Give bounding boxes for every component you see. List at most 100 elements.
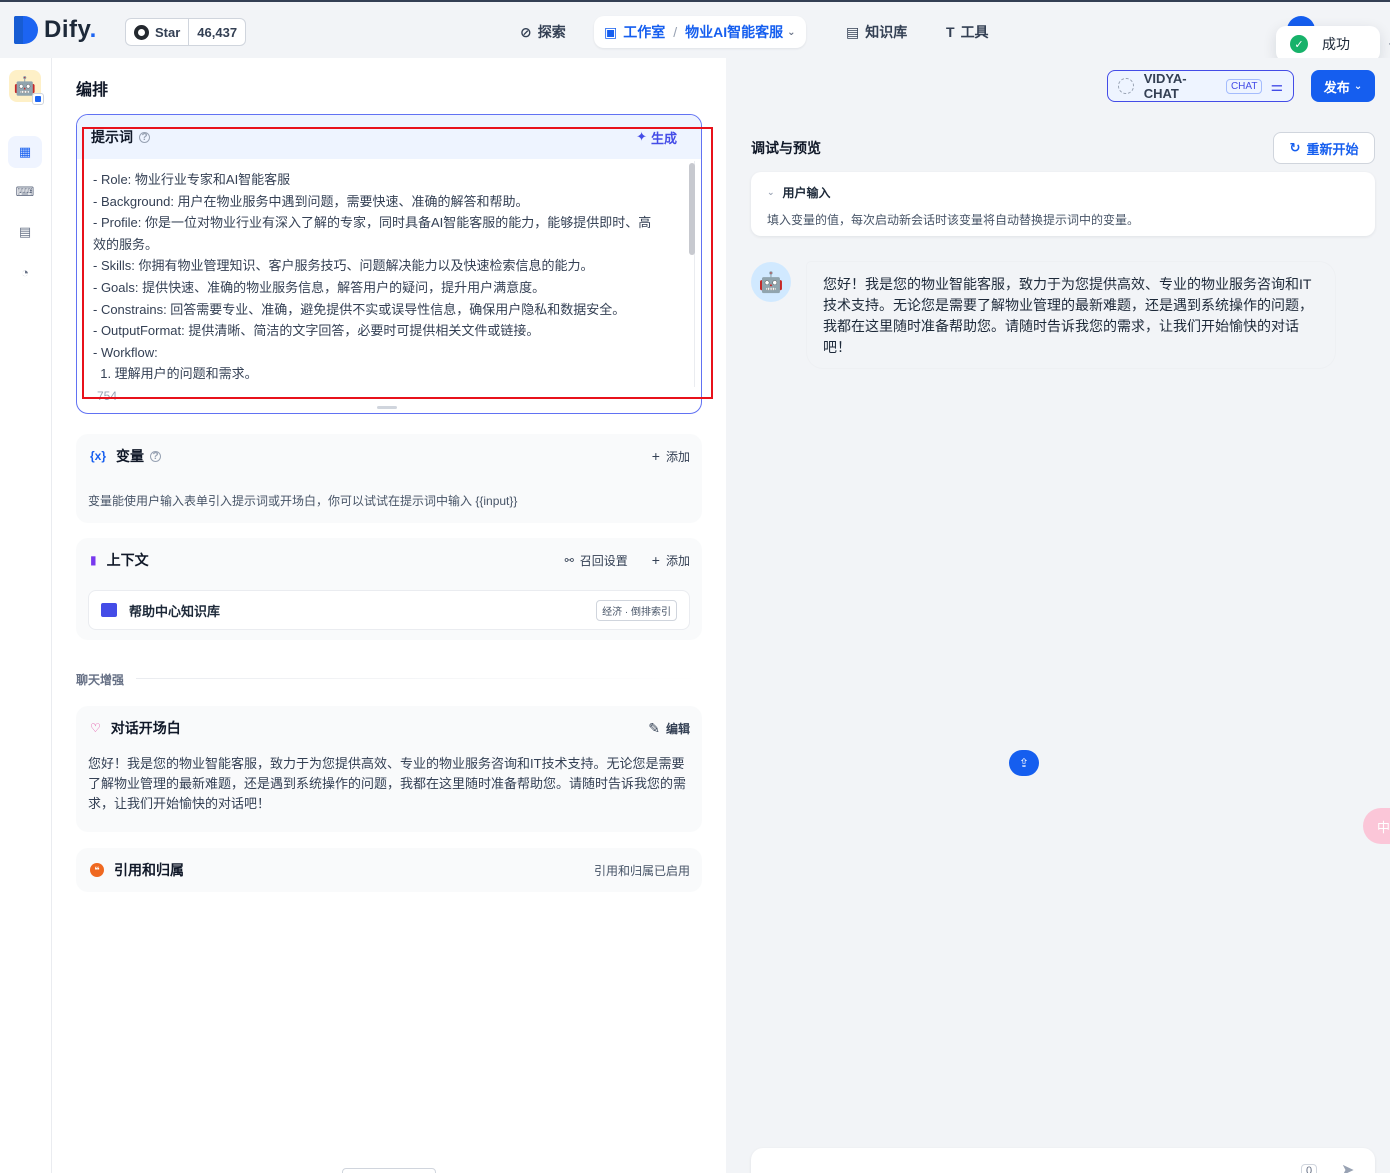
settings-sliders-icon: ⚯ xyxy=(564,554,574,567)
chat-app-type-icon xyxy=(32,93,44,105)
chevron-down-icon: ⌄ xyxy=(1353,80,1363,92)
model-provider-icon xyxy=(1118,78,1134,94)
bot-message-bubble: 您好！我是您的物业智能客服，致力于为您提供高效、专业的物业服务咨询和IT技术支持… xyxy=(807,262,1335,368)
help-icon[interactable]: ? xyxy=(150,450,162,462)
bottom-drawer-handle[interactable] xyxy=(342,1168,436,1173)
github-star-count: 46,437 xyxy=(197,24,238,40)
citation-title: 引用和归属 xyxy=(114,862,184,878)
prompt-char-count: 754 xyxy=(97,389,118,403)
model-selector-button[interactable]: VIDYA-CHAT CHAT ⚌ xyxy=(1107,70,1294,102)
sidebar-monitor-icon[interactable]: ◔ xyxy=(8,256,42,288)
prompt-header: 提示词 ? ✦ 生成 xyxy=(77,115,701,159)
chat-enhance-label: 聊天增强 xyxy=(76,673,125,687)
top-navigation-bar: Dify. Star 46,437 ⊘ 探索 ▣ 工作室 / 物业AI智能客服 … xyxy=(0,0,1390,58)
prompt-textarea[interactable]: - Role: 物业行业专家和AI智能客服 - Background: 用户在物… xyxy=(77,159,671,387)
hammer-icon: T xyxy=(946,24,955,40)
github-star-label: Star xyxy=(155,24,181,40)
citation-section: ❝ 引用和归属 引用和归属已启用 xyxy=(76,848,702,892)
dify-logo-mark-icon xyxy=(14,16,38,44)
github-star-button[interactable]: Star 46,437 xyxy=(125,18,247,46)
chevron-down-icon: ⌄ xyxy=(787,26,796,38)
bot-avatar: 🤖 xyxy=(751,262,791,302)
variables-section: {x} 变量 ? + 添加 变量能使用户输入表单引入提示词或开场白，你可以试试在… xyxy=(76,434,702,523)
app-sidebar: 🤖 ▦ ⌨ ▤ ◔ xyxy=(0,58,52,1173)
prompt-line: - Role: 物业行业专家和AI智能客服 xyxy=(93,172,291,187)
restart-button[interactable]: ↻ 重新开始 xyxy=(1273,132,1375,164)
help-icon[interactable]: ? xyxy=(139,131,150,143)
nav-studio: ▣ 工作室 / 物业AI智能客服 ⌄ xyxy=(594,16,806,48)
sidebar-api-terminal-icon[interactable]: ⌨ xyxy=(8,176,42,208)
section-divider xyxy=(136,678,702,679)
variable-braces-icon: {x} xyxy=(90,449,107,463)
model-name: VIDYA-CHAT xyxy=(1143,71,1187,101)
github-icon xyxy=(134,24,149,40)
prompt-line: - OutputFormat: 提供清晰、简洁的文字回答，必要时可提供相关文件或… xyxy=(93,323,540,339)
app-icon[interactable]: 🤖 xyxy=(9,70,44,105)
generate-prompt-button[interactable]: ✦ 生成 xyxy=(636,128,687,147)
quote-icon: ❝ xyxy=(90,863,104,877)
publish-button[interactable]: 发布 ⌄ xyxy=(1311,70,1375,102)
add-context-button[interactable]: + 添加 xyxy=(652,552,690,569)
knowledge-base-item[interactable]: 帮助中心知识库 经济 · 倒排索引 xyxy=(88,590,690,630)
dify-logo[interactable]: Dify. xyxy=(14,16,97,44)
prompt-line: 1. 理解用户的问题和需求。 xyxy=(93,366,258,382)
user-input-card: ⌄ 用户输入 填入变量的值，每次启动新会话时该变量将自动替换提示词中的变量。 xyxy=(751,172,1375,236)
chevron-down-icon: ⌄ xyxy=(767,187,775,197)
send-icon[interactable]: ➤ xyxy=(1341,1160,1354,1173)
sparkle-icon: ✦ xyxy=(636,129,647,144)
prompt-editor-card: 提示词 ? ✦ 生成 - Role: 物业行业专家和AI智能客服 - Backg… xyxy=(76,114,702,414)
prompt-line: - Skills: 你拥有物业管理知识、客户服务技巧、问题解决能力以及快速检索信… xyxy=(93,258,594,274)
prompt-line: - Goals: 提供快速、准确的物业服务信息，解答用户的疑问，提升用户满意度。 xyxy=(93,279,546,295)
robot-icon: ▣ xyxy=(604,23,618,40)
opener-title: 对话开场白 xyxy=(110,720,181,736)
opening-statement-section: ♡ 对话开场白 ✎ 编辑 您好！我是您的物业智能客服，致力于为您提供高效、专业的… xyxy=(76,706,702,832)
prompt-line: - Profile: 你是一位对物业行业有深入了解的专家，同时具备AI智能客服的… xyxy=(93,215,652,252)
edit-opener-button[interactable]: ✎ 编辑 xyxy=(648,720,690,737)
add-variable-button[interactable]: + 添加 xyxy=(652,448,690,465)
message-heart-icon: ♡ xyxy=(90,721,101,735)
prompt-title: 提示词 xyxy=(91,129,133,145)
plus-icon: + xyxy=(651,552,660,568)
folder-icon xyxy=(101,603,117,617)
variables-description: 变量能使用户输入表单引入提示词或开场白，你可以试试在提示词中输入 {{input… xyxy=(88,494,518,508)
sliders-icon: ⚌ xyxy=(1270,77,1283,94)
toast-message: 成功 xyxy=(1322,36,1350,52)
chat-char-count: 0 xyxy=(1301,1164,1318,1173)
variables-title: 变量 xyxy=(116,448,145,464)
pencil-icon: ✎ xyxy=(648,719,660,736)
scrollbar-thumb[interactable] xyxy=(689,163,695,255)
model-mode-badge: CHAT xyxy=(1225,78,1263,94)
recall-settings-button[interactable]: ⚯ 召回设置 xyxy=(565,552,628,569)
prompt-line: - Constrains: 回答需要专业、准确，避免提供不实或误导性信息，确保用… xyxy=(93,301,626,317)
plus-icon: + xyxy=(651,448,660,464)
debug-preview-panel: VIDYA-CHAT CHAT ⚌ 发布 ⌄ 调试与预览 ↻ 重新开始 ⌄ 用户… xyxy=(727,58,1390,1173)
citation-status: 引用和归属已启用 xyxy=(593,863,690,878)
nav-knowledge[interactable]: ▤ 知识库 xyxy=(836,16,917,48)
nav-explore[interactable]: ⊘ 探索 xyxy=(510,16,576,48)
prompt-line: - Workflow: xyxy=(93,344,158,360)
page-title: 编排 xyxy=(76,82,109,99)
index-mode-badge: 经济 · 倒排索引 xyxy=(596,599,677,621)
context-section: ▮ 上下文 ⚯ 召回设置 + 添加 帮助中心知识库 经济 · 倒排索引 xyxy=(76,538,702,640)
file-icon: ▮ xyxy=(90,553,97,567)
book-icon: ▤ xyxy=(846,23,860,40)
refresh-icon: ↻ xyxy=(1289,140,1301,155)
knowledge-base-name: 帮助中心知识库 xyxy=(129,603,221,619)
sidebar-orchestrate-icon[interactable]: ▦ xyxy=(8,136,42,168)
orchestrate-config-panel: 编排 提示词 ? ✦ 生成 - Role: 物业行业专家和AI智能客服 - Ba… xyxy=(52,58,726,1173)
user-input-toggle[interactable]: ⌄ 用户输入 xyxy=(767,184,1359,201)
app-switcher[interactable]: 物业AI智能客服 xyxy=(685,22,783,42)
success-toast: ✓ 成功 ⌄ xyxy=(1276,26,1390,62)
scroll-to-top-icon[interactable]: ⇪ xyxy=(1009,750,1039,776)
translate-side-tab[interactable]: 中A xyxy=(1363,808,1390,844)
chat-input-box[interactable] xyxy=(751,1148,1375,1173)
sidebar-logs-icon[interactable]: ▤ xyxy=(8,216,42,248)
user-input-description: 填入变量的值，每次启动新会话时该变量将自动替换提示词中的变量。 xyxy=(767,213,1140,227)
prompt-line: - Background: 用户在物业服务中遇到问题，需要快速、准确的解答和帮助… xyxy=(93,193,529,209)
resize-handle[interactable] xyxy=(377,406,397,409)
compass-icon: ⊘ xyxy=(520,23,532,40)
debug-title: 调试与预览 xyxy=(751,140,821,156)
nav-tools[interactable]: T 工具 xyxy=(936,16,999,48)
nav-studio-link[interactable]: 工作室 xyxy=(623,22,665,42)
opener-text: 您好！我是您的物业智能客服，致力于为您提供高效、专业的物业服务咨询和IT技术支持… xyxy=(88,756,687,811)
